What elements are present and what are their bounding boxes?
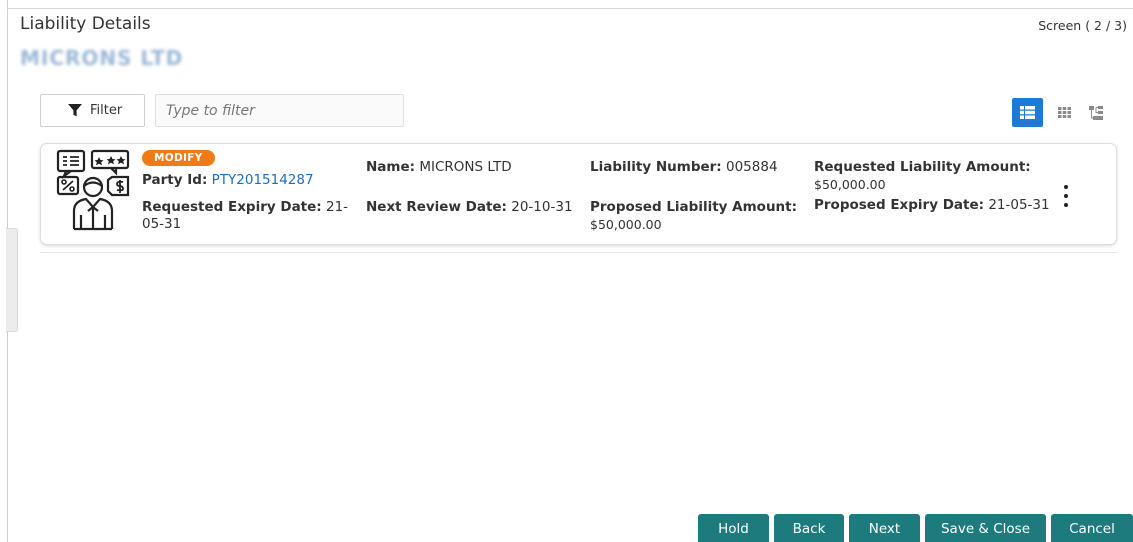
filter-button[interactable]: Filter [40, 94, 145, 127]
next-review-field: Next Review Date: 20-10-31 [366, 199, 573, 216]
liability-number-label: Liability Number: [590, 159, 722, 175]
save-close-button[interactable]: Save & Close [925, 514, 1046, 542]
party-id-link[interactable]: PTY201514287 [212, 172, 314, 188]
tree-view-icon[interactable] [1080, 98, 1111, 127]
back-button[interactable]: Back [774, 514, 844, 542]
more-options-icon[interactable] [1061, 185, 1071, 207]
party-id-field: Party Id: PTY201514287 [142, 172, 314, 189]
liability-number-value: 005884 [726, 159, 778, 175]
status-badge: MODIFY [142, 150, 215, 166]
party-id-label: Party Id: [142, 172, 208, 188]
proposed-expiry-field: Proposed Expiry Date: 21-05-31 [814, 197, 1050, 214]
liability-card[interactable]: MODIFY Party Id: PTY201514287 Requested … [40, 143, 1117, 245]
name-value: MICRONS LTD [419, 159, 512, 175]
next-review-value: 20-10-31 [511, 199, 573, 215]
party-name: MICRONS LTD [20, 46, 184, 70]
hold-button[interactable]: Hold [698, 514, 769, 542]
filter-input[interactable] [155, 94, 404, 127]
card-list-divider [40, 252, 1117, 253]
proposed-amount-label: Proposed Liability Amount: [590, 199, 798, 215]
side-panel-handle[interactable] [6, 228, 18, 332]
next-button[interactable]: Next [849, 514, 920, 542]
requested-expiry-label: Requested Expiry Date: [142, 199, 322, 215]
next-review-label: Next Review Date: [366, 199, 507, 215]
grid-view-icon[interactable] [1049, 98, 1080, 127]
requested-amount-label: Requested Liability Amount: [814, 159, 1031, 175]
requested-amount-field: Requested Liability Amount: $50,000.00 [814, 159, 1031, 193]
name-field: Name: MICRONS LTD [366, 159, 512, 176]
cancel-button[interactable]: Cancel [1051, 514, 1133, 542]
customer-finance-icon [56, 149, 130, 231]
filter-icon [68, 104, 82, 117]
requested-expiry-field: Requested Expiry Date: 21-05-31 [142, 199, 360, 233]
proposed-expiry-label: Proposed Expiry Date: [814, 197, 985, 213]
liability-number-field: Liability Number: 005884 [590, 159, 778, 176]
proposed-amount-field: Proposed Liability Amount: $50,000.00 [590, 199, 797, 233]
page-title: Liability Details [20, 14, 151, 34]
top-border [7, 8, 1133, 9]
screen-indicator: Screen ( 2 / 3) [1038, 18, 1127, 33]
name-label: Name: [366, 159, 416, 175]
requested-amount-value: $50,000.00 [814, 177, 886, 192]
list-view-icon[interactable] [1012, 98, 1043, 127]
proposed-amount-value: $50,000.00 [590, 217, 662, 232]
proposed-expiry-value: 21-05-31 [988, 197, 1050, 213]
filter-button-label: Filter [90, 103, 123, 118]
